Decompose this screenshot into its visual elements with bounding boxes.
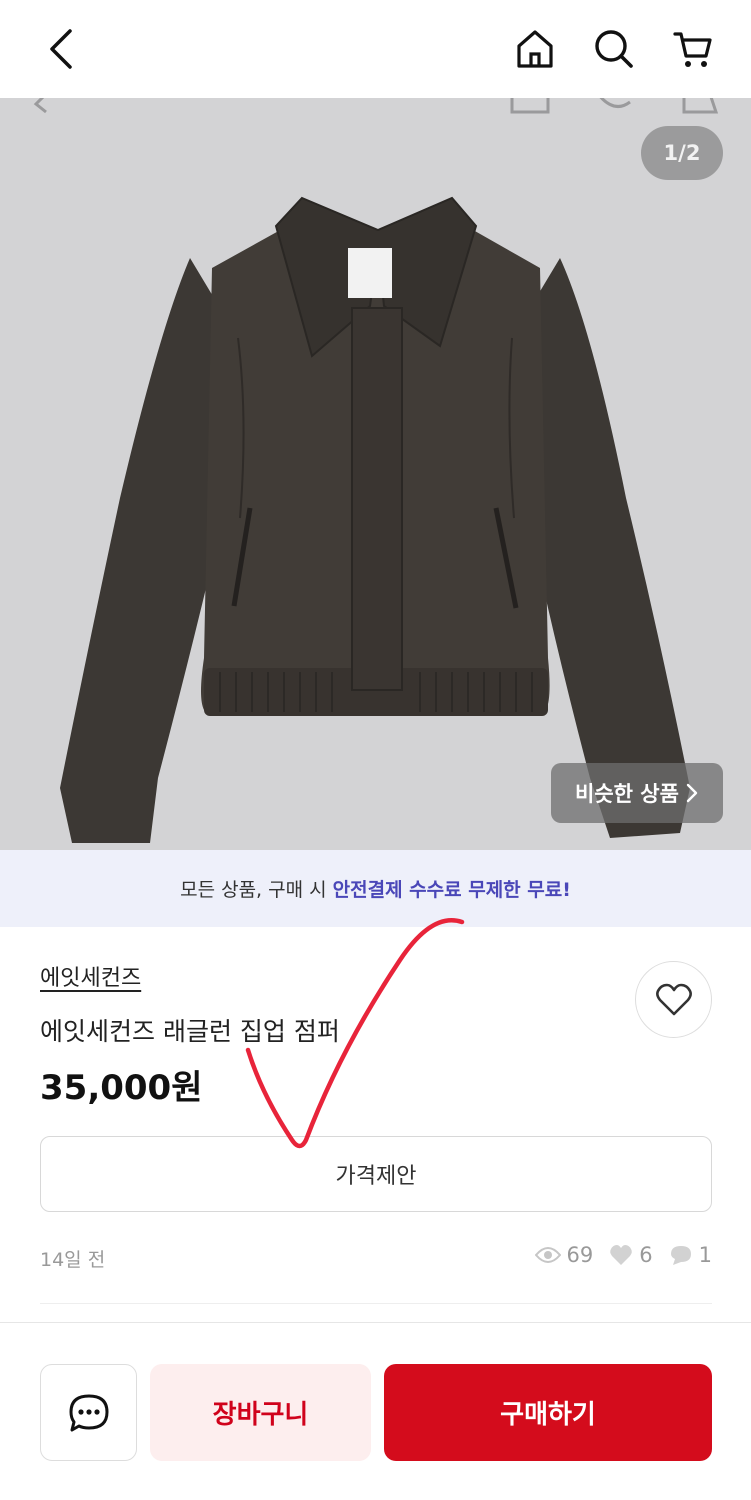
promo-banner[interactable]: 모든 상품, 구매 시 안전결제 수수료 무제한 무료! [0, 850, 751, 927]
back-button[interactable] [36, 24, 86, 74]
views-count: 69 [566, 1243, 594, 1267]
likes-count: 6 [639, 1243, 653, 1267]
comments-stat: 1 [669, 1243, 712, 1267]
search-button[interactable] [589, 24, 639, 74]
seller-name-link[interactable]: 에잇세컨즈 [40, 960, 141, 992]
promo-highlight: 안전결제 수수료 무제한 무료! [332, 879, 571, 901]
promo-text: 모든 상품, 구매 시 [180, 879, 327, 901]
posted-time: 14일 전 [40, 1249, 106, 1271]
price-offer-button[interactable]: 가격제안 [40, 1136, 712, 1212]
section-divider [40, 1303, 712, 1304]
similar-products-button[interactable]: 비슷한 상품 [551, 763, 723, 823]
comments-count: 1 [698, 1243, 712, 1267]
product-title: 에잇세컨즈 래글런 집업 점퍼 [40, 1017, 340, 1046]
add-to-cart-button[interactable]: 장바구니 [150, 1364, 371, 1461]
similar-products-label: 비슷한 상품 [575, 782, 679, 806]
chevron-right-icon [686, 783, 698, 803]
chevron-left-icon [50, 29, 72, 69]
chat-button[interactable] [40, 1364, 137, 1461]
search-icon [595, 30, 633, 68]
eye-icon [534, 1247, 561, 1263]
chat-bubble-icon [69, 1394, 108, 1431]
like-button[interactable] [635, 961, 712, 1038]
views-stat: 69 [534, 1243, 594, 1267]
app-header [0, 0, 751, 98]
cart-button[interactable] [668, 24, 718, 74]
heart-outline-icon [655, 983, 692, 1015]
heart-filled-icon [610, 1245, 633, 1265]
product-stats: 69 6 1 [525, 1243, 712, 1267]
buy-now-button[interactable]: 구매하기 [384, 1364, 712, 1461]
action-bar-border [0, 1322, 751, 1323]
cart-icon [673, 32, 712, 67]
likes-stat: 6 [609, 1243, 653, 1267]
home-icon [517, 30, 553, 68]
comment-bubble-icon [670, 1246, 691, 1265]
home-button[interactable] [510, 24, 560, 74]
image-counter: 1/2 [641, 126, 723, 180]
product-price: 35,000원 [40, 1068, 203, 1108]
jacket-photo [60, 196, 690, 843]
product-image-gallery[interactable]: 1/2 비슷한 상품 [0, 98, 751, 850]
